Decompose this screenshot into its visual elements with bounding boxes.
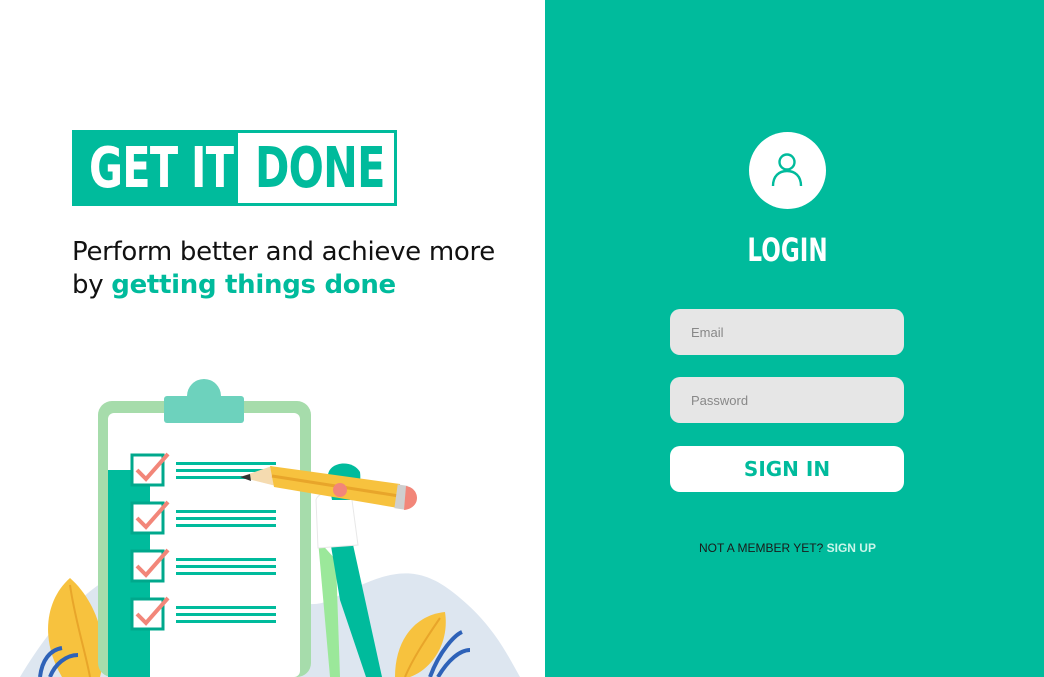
logo-text-left: GET IT <box>89 136 234 201</box>
password-field[interactable] <box>670 377 904 423</box>
user-icon <box>771 153 803 187</box>
left-panel: GET IT DONE Perform better and achieve m… <box>0 0 545 677</box>
tagline: Perform better and achieve more by getti… <box>72 236 532 302</box>
login-title: LOGIN <box>747 231 828 269</box>
sign-up-link[interactable]: SIGN UP <box>827 541 876 555</box>
logo: GET IT DONE <box>72 130 397 206</box>
logo-text-right: DONE <box>255 136 385 201</box>
login-panel: LOGIN SIGN IN NOT A MEMBER YET? SIGN UP <box>545 0 1044 677</box>
tagline-highlight: getting things done <box>111 270 396 300</box>
avatar <box>749 132 826 209</box>
checklist-illustration <box>20 379 520 677</box>
signup-prompt-line: NOT A MEMBER YET? SIGN UP <box>545 541 1030 555</box>
email-field[interactable] <box>670 309 904 355</box>
sign-in-button[interactable]: SIGN IN <box>670 446 904 492</box>
signup-prompt: NOT A MEMBER YET? <box>699 541 824 555</box>
